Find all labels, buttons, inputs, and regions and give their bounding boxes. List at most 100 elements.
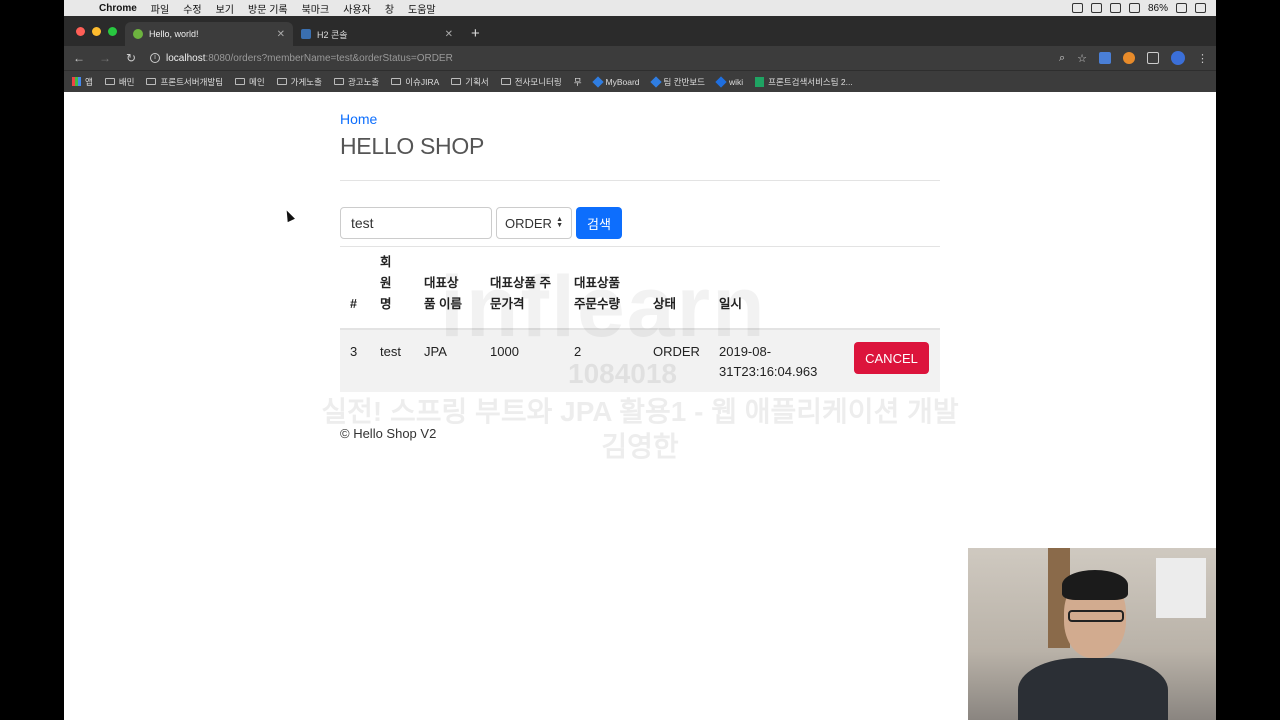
- bookmark-label: 가게노출: [290, 76, 322, 87]
- bookmark-kanban[interactable]: 팀 칸반보드: [649, 75, 705, 88]
- minimize-window-icon[interactable]: [92, 27, 101, 36]
- tab-strip: Hello, world! ✕ H2 콘솔 ✕ +: [64, 16, 1216, 46]
- bookmark-folder[interactable]: 가게노출: [276, 76, 322, 88]
- close-tab-icon[interactable]: ✕: [445, 29, 453, 40]
- background-lamp: [1156, 558, 1206, 618]
- cancel-button[interactable]: CANCEL: [854, 342, 929, 374]
- cell-id: 3: [350, 344, 358, 359]
- col-header-member: 회 원 명: [380, 255, 392, 311]
- extension-icon[interactable]: [1123, 52, 1135, 64]
- menu-kebab-icon[interactable]: ⋮: [1197, 52, 1208, 65]
- bookmark-folder[interactable]: 배민: [104, 76, 135, 88]
- bookmark-folder[interactable]: 기획서: [451, 76, 489, 88]
- member-name-input[interactable]: test: [340, 207, 492, 239]
- bookmark-folder[interactable]: 메인: [235, 76, 265, 88]
- menu-help[interactable]: 도움말: [401, 1, 443, 16]
- cell-member: test: [380, 344, 401, 359]
- webcam-overlay: [968, 548, 1216, 720]
- screen-record-icon[interactable]: [1090, 3, 1102, 13]
- apps-grid-icon: [72, 77, 81, 86]
- profile-avatar-icon[interactable]: [1171, 51, 1185, 65]
- bluetooth-icon[interactable]: [1109, 3, 1121, 13]
- menu-app-name[interactable]: Chrome: [92, 3, 144, 14]
- bookmark-folder[interactable]: 프론트서버개발팀: [146, 76, 223, 88]
- bookmark-folder[interactable]: 광고노출: [333, 76, 380, 88]
- bookmark-label: 기획서: [465, 76, 489, 87]
- col-header-id: #: [350, 297, 357, 311]
- bookmark-folder[interactable]: 이슈JIRA: [391, 76, 439, 88]
- close-window-icon[interactable]: [76, 27, 85, 36]
- bookmark-label: 광고노출: [347, 76, 380, 87]
- address-bar[interactable]: i localhost:8080/orders?memberName=test&…: [150, 48, 1047, 68]
- search-button[interactable]: 검색: [576, 207, 622, 239]
- folder-icon: [104, 78, 115, 85]
- bookmark-label: 무: [573, 76, 582, 87]
- bookmark-myboard[interactable]: MyBoard: [591, 75, 640, 88]
- folder-icon: [333, 78, 344, 85]
- folder-icon: [235, 78, 246, 85]
- menu-edit[interactable]: 수정: [176, 1, 208, 16]
- translate-extension-icon[interactable]: [1099, 52, 1111, 64]
- tab-h2-console[interactable]: H2 콘솔 ✕: [293, 22, 461, 46]
- zoom-icon[interactable]: ⌕: [1059, 52, 1065, 65]
- menu-people[interactable]: 사용자: [336, 1, 378, 16]
- url-host: localhost: [166, 52, 206, 64]
- notes-icon[interactable]: [1071, 3, 1083, 13]
- presenter-hair: [1062, 570, 1128, 600]
- menubar-status-area: 86%: [1071, 3, 1216, 14]
- bookmark-folder[interactable]: 전사모니터링: [500, 76, 562, 88]
- folder-icon: [276, 78, 287, 85]
- sheets-icon: [755, 76, 765, 87]
- bookmark-label: MyBoard: [605, 76, 640, 87]
- battery-percent[interactable]: 86%: [1148, 3, 1168, 14]
- bookmark-label: 전사모니터링: [514, 76, 562, 87]
- macos-menubar: Chrome 파일 수정 보기 방문 기록 북마크 사용자 창 도움말 86%: [64, 0, 1216, 16]
- select-arrows-icon: ▲ ▼: [556, 216, 563, 229]
- close-tab-icon[interactable]: ✕: [277, 29, 285, 40]
- menu-window[interactable]: 창: [378, 1, 401, 16]
- order-status-selected: ORDER: [505, 215, 552, 231]
- bookmark-label: 배민: [118, 76, 135, 87]
- fullscreen-window-icon[interactable]: [108, 27, 117, 36]
- new-tab-icon[interactable]: +: [461, 25, 490, 46]
- jira-icon: [649, 75, 662, 88]
- tab-hello-world[interactable]: Hello, world! ✕: [125, 22, 293, 46]
- menu-file[interactable]: 파일: [144, 1, 176, 16]
- bookmark-sheet[interactable]: 프론트검색서비스팀 2...: [755, 76, 853, 88]
- qr-extension-icon[interactable]: [1147, 52, 1159, 64]
- confluence-icon: [715, 75, 727, 88]
- watermark-logo: inflearn: [440, 259, 767, 355]
- bookmark-star-icon[interactable]: ☆: [1077, 52, 1087, 65]
- watermark-author: 김영한: [601, 431, 679, 462]
- reload-icon[interactable]: ↻: [124, 51, 138, 65]
- back-icon[interactable]: ←: [72, 51, 86, 65]
- search-icon[interactable]: [1195, 3, 1206, 13]
- tab-title: H2 콘솔: [317, 29, 348, 40]
- watermark-course-title: 실전! 스프링 부트와 JPA 활용1 - 웹 애플리케이션 개발: [321, 396, 959, 427]
- bookmark-apps[interactable]: 앱: [72, 76, 93, 88]
- folder-icon: [451, 78, 462, 85]
- menu-bookmarks[interactable]: 북마크: [295, 1, 337, 16]
- battery-icon[interactable]: [1176, 3, 1187, 13]
- menu-view[interactable]: 보기: [209, 1, 241, 16]
- tab-title: Hello, world!: [149, 29, 199, 39]
- bookmark-wiki[interactable]: wiki: [715, 75, 744, 88]
- presenter-body: [1018, 658, 1168, 720]
- h2-icon: [301, 29, 311, 39]
- bookmark-label: wiki: [729, 76, 744, 87]
- menu-history[interactable]: 방문 기록: [241, 1, 295, 16]
- bookmarks-bar: 앱 배민 프론트서버개발팀 메인 가게노출 광고노출 이슈JIRA 기획서 전사…: [64, 70, 1216, 92]
- jira-icon: [591, 75, 604, 88]
- home-link[interactable]: Home: [340, 111, 377, 127]
- order-status-select[interactable]: ORDER ▲ ▼: [496, 207, 572, 239]
- forward-icon[interactable]: →: [98, 51, 112, 65]
- toolbar-right: ⌕ ☆ ⋮: [1059, 51, 1208, 65]
- site-info-icon[interactable]: i: [150, 53, 160, 63]
- wifi-icon[interactable]: [1128, 3, 1140, 13]
- url-path: :8080/orders?memberName=test&orderStatus…: [205, 52, 453, 64]
- bookmark-link[interactable]: 무: [574, 76, 582, 88]
- address-row: ← → ↻ i localhost:8080/orders?memberName…: [64, 46, 1216, 70]
- search-form: test ORDER ▲ ▼ 검색: [340, 207, 622, 239]
- bookmark-label: 프론트서버개발팀: [160, 76, 224, 87]
- page-title: HELLO SHOP: [340, 133, 484, 159]
